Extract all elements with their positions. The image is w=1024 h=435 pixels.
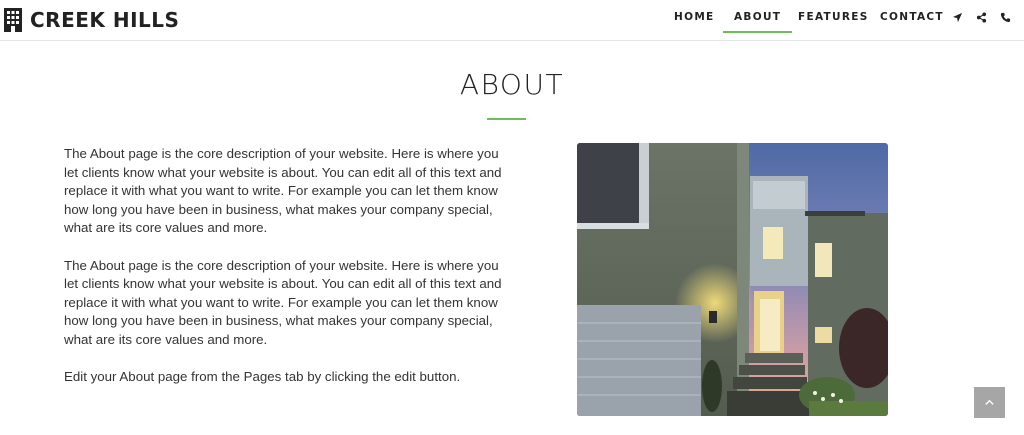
about-content: The About page is the core description o…	[64, 145, 504, 405]
about-paragraph-1: The About page is the core description o…	[64, 146, 502, 236]
house-image	[577, 143, 888, 416]
header-icons	[952, 12, 1024, 23]
share-icon[interactable]	[976, 12, 987, 23]
site-title: CREEK HILLS	[30, 8, 180, 32]
back-to-top-button[interactable]	[974, 387, 1005, 418]
nav-item-home[interactable]: HOME	[674, 0, 715, 41]
chevron-up-icon	[985, 399, 994, 405]
title-underline	[487, 118, 526, 120]
site-header: CREEK HILLS HOME ABOUT FEATURES CONTACT	[0, 0, 1024, 41]
building-icon	[4, 8, 22, 32]
nav-item-about[interactable]: ABOUT	[722, 0, 793, 41]
location-arrow-icon[interactable]	[952, 12, 963, 23]
nav-item-features[interactable]: FEATURES	[798, 0, 869, 41]
about-paragraph-3: Edit your About page from the Pages tab …	[64, 369, 461, 385]
page-title: ABOUT	[459, 68, 565, 101]
nav-item-contact[interactable]: CONTACT	[880, 0, 944, 41]
site-logo[interactable]: CREEK HILLS	[4, 7, 179, 33]
about-paragraph-2: The About page is the core description o…	[64, 257, 502, 347]
phone-icon[interactable]	[1000, 12, 1011, 23]
